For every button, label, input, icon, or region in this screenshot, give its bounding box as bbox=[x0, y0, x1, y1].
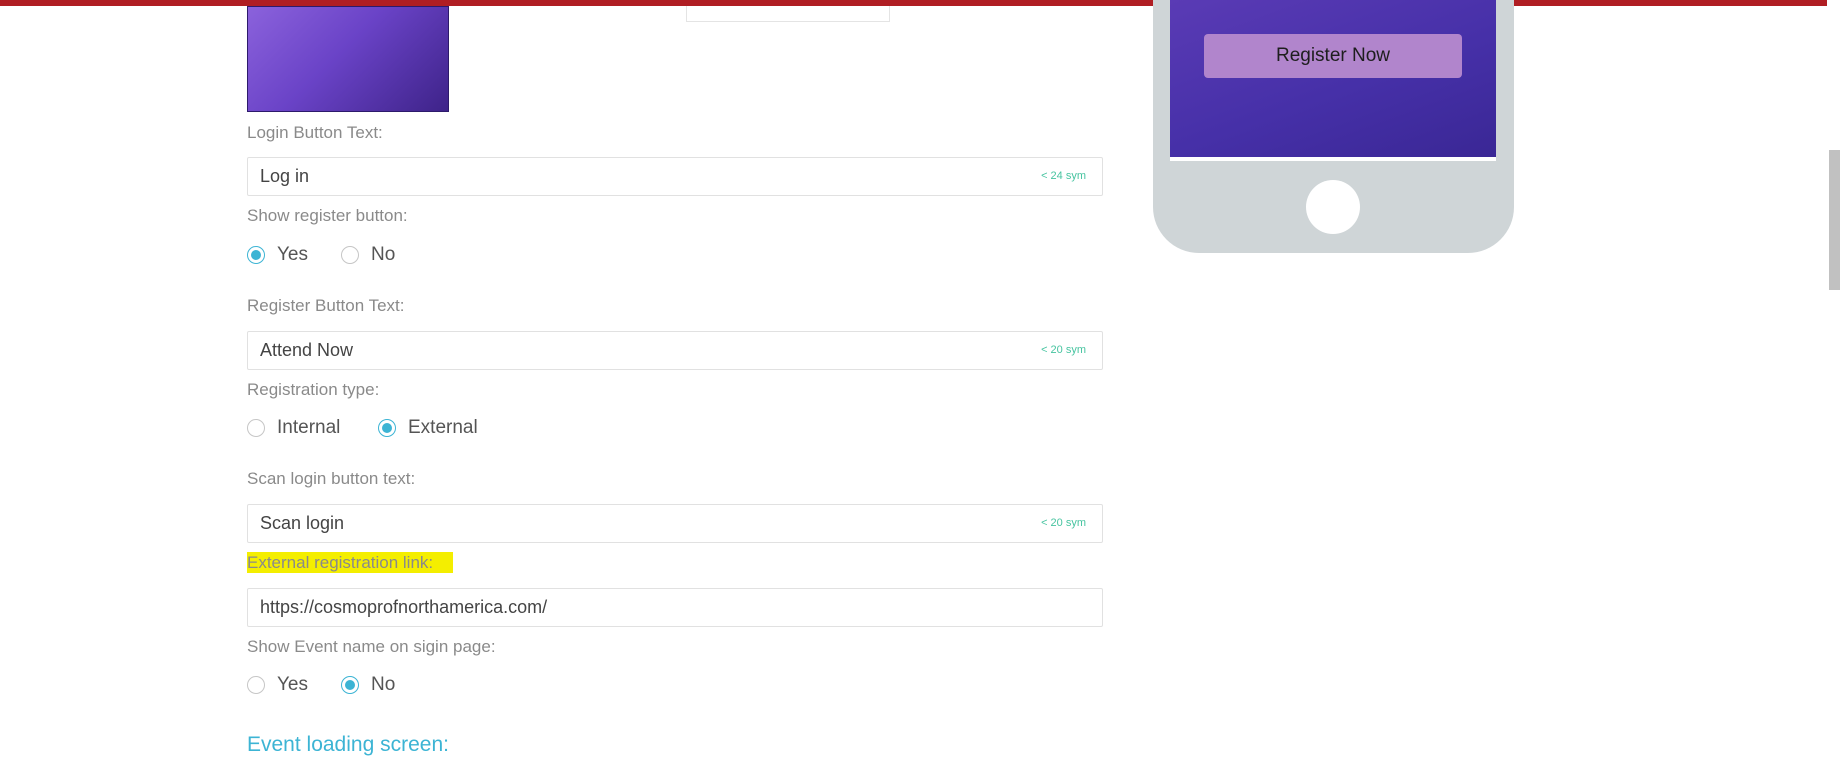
preview-register-button[interactable]: Register Now bbox=[1204, 34, 1462, 78]
show-event-name-label: Show Event name on sigin page: bbox=[247, 637, 496, 656]
scan-login-button-text-limit: < 20 sym bbox=[1041, 517, 1086, 529]
upload-box[interactable] bbox=[686, 6, 890, 22]
external-registration-link-label: External registration link: bbox=[247, 552, 454, 573]
external-registration-link-value: https://cosmoprofnorthamerica.com/ bbox=[260, 597, 548, 617]
show-event-name-no-label: No bbox=[371, 674, 396, 695]
radio-circle bbox=[378, 419, 396, 437]
phone-preview-screen: Register Now bbox=[1170, 0, 1496, 161]
radio-circle bbox=[341, 246, 359, 264]
highlighted-label-text: External registration link: bbox=[247, 552, 454, 573]
show-register-yes-label: Yes bbox=[277, 244, 308, 265]
login-button-text-label: Login Button Text: bbox=[247, 123, 383, 142]
scrollbar-track[interactable] bbox=[1827, 0, 1840, 775]
login-button-text-input[interactable]: Log in < 24 sym bbox=[247, 157, 1103, 196]
register-button-text-value: Attend Now bbox=[260, 340, 354, 360]
phone-preview: Register Now bbox=[1153, 0, 1514, 253]
show-register-button-label: Show register button: bbox=[247, 206, 408, 225]
register-button-text-label: Register Button Text: bbox=[247, 296, 405, 315]
registration-type-internal-label: Internal bbox=[277, 417, 341, 438]
event-loading-screen-heading: Event loading screen: bbox=[247, 733, 449, 756]
registration-type-internal-radio[interactable]: Internal bbox=[247, 417, 340, 439]
radio-circle bbox=[341, 676, 359, 694]
background-image-thumbnail[interactable] bbox=[247, 6, 449, 112]
login-button-text-limit: < 24 sym bbox=[1041, 170, 1086, 182]
show-event-name-yes-label: Yes bbox=[277, 674, 308, 695]
register-button-text-input[interactable]: Attend Now < 20 sym bbox=[247, 331, 1103, 370]
radio-circle bbox=[247, 419, 265, 437]
radio-circle bbox=[247, 676, 265, 694]
scan-login-button-text-input[interactable]: Scan login < 20 sym bbox=[247, 504, 1103, 543]
login-button-text-value: Log in bbox=[260, 166, 310, 186]
registration-type-label: Registration type: bbox=[247, 380, 380, 399]
radio-circle bbox=[247, 246, 265, 264]
phone-home-button bbox=[1306, 180, 1360, 234]
scrollbar-thumb[interactable] bbox=[1829, 150, 1840, 290]
show-register-no-radio[interactable]: No bbox=[341, 244, 395, 266]
show-event-name-yes-radio[interactable]: Yes bbox=[247, 674, 308, 696]
show-register-no-label: No bbox=[371, 244, 396, 265]
register-button-text-limit: < 20 sym bbox=[1041, 344, 1086, 356]
registration-type-external-label: External bbox=[408, 417, 478, 438]
show-register-yes-radio[interactable]: Yes bbox=[247, 244, 308, 266]
show-event-name-no-radio[interactable]: No bbox=[341, 674, 395, 696]
external-registration-link-input[interactable]: https://cosmoprofnorthamerica.com/ bbox=[247, 588, 1103, 627]
scan-login-button-text-label: Scan login button text: bbox=[247, 469, 416, 488]
registration-type-external-radio[interactable]: External bbox=[378, 417, 478, 439]
scan-login-button-text-value: Scan login bbox=[260, 513, 345, 533]
